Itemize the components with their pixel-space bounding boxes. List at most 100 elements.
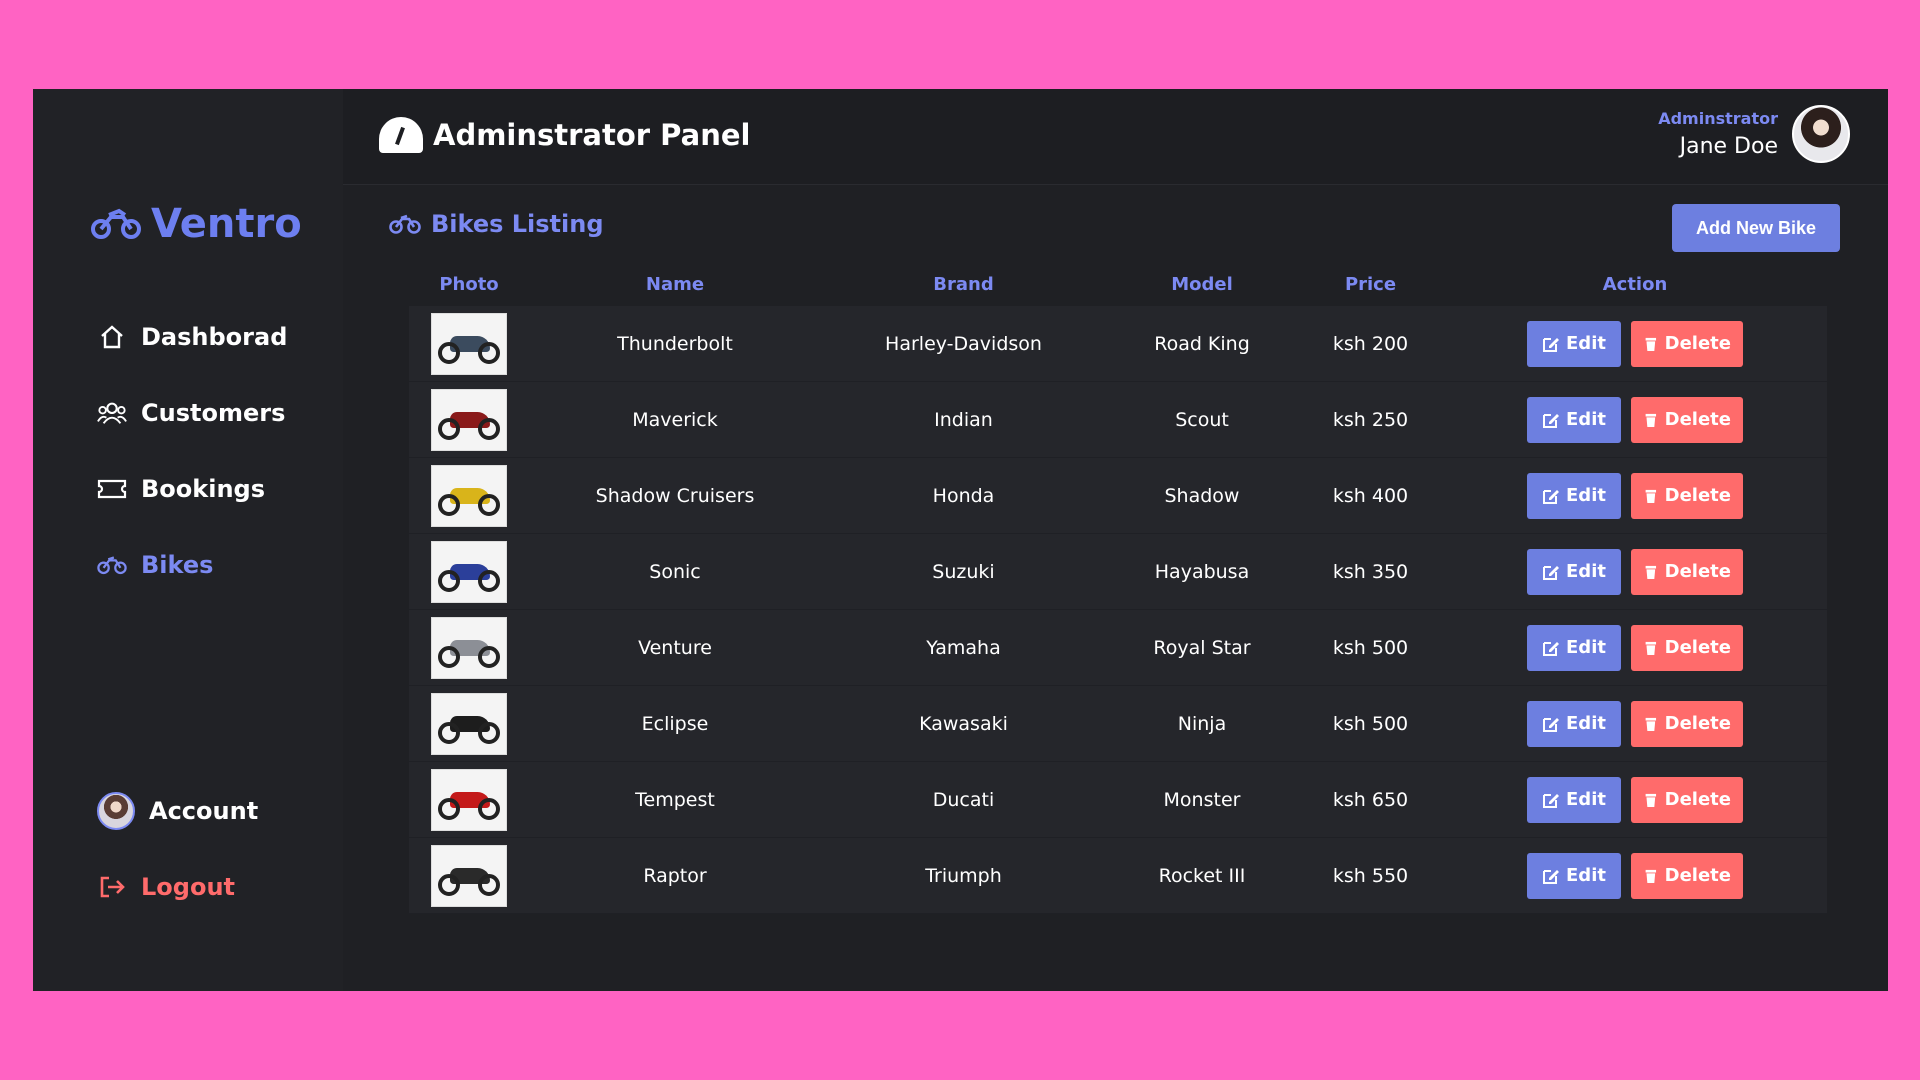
edit-icon <box>1543 793 1560 808</box>
app-window: Ventro Dashborad Customers Bookings Bike… <box>33 89 1888 991</box>
delete-button[interactable]: Delete <box>1631 320 1743 367</box>
bike-name: Venture <box>638 636 712 659</box>
avatar[interactable] <box>1792 105 1850 163</box>
bikes-listing-section: Bikes Listing Add New Bike Photo Name Br… <box>343 186 1888 991</box>
trash-icon <box>1645 337 1657 351</box>
bike-brand: Honda <box>932 484 995 507</box>
bike-photo <box>431 844 507 907</box>
column-header: Model <box>1171 273 1233 295</box>
edit-icon <box>1543 869 1560 884</box>
user-role: Adminstrator <box>1658 109 1778 128</box>
bike-price: ksh 350 <box>1332 560 1409 583</box>
table-body: Thunderbolt Harley-Davidson Road King ks… <box>409 306 1827 914</box>
user-profile[interactable]: Adminstrator Jane Doe <box>1658 105 1850 163</box>
bike-model: Monster <box>1163 788 1241 811</box>
edit-button[interactable]: Edit <box>1527 624 1621 671</box>
edit-icon <box>1543 337 1560 352</box>
account-label: Account <box>149 797 259 825</box>
sidebar-item-dashboard[interactable]: Dashborad <box>97 299 287 375</box>
bike-model: Royal Star <box>1153 636 1251 659</box>
bike-photo <box>431 540 507 603</box>
trash-icon <box>1645 413 1657 427</box>
bike-model: Road King <box>1154 332 1250 355</box>
sidebar-item-logout[interactable]: Logout <box>97 849 258 925</box>
gauge-icon <box>379 117 423 153</box>
bike-model: Ninja <box>1177 712 1227 735</box>
bike-name: Thunderbolt <box>617 332 733 355</box>
add-new-bike-button[interactable]: Add New Bike <box>1672 204 1840 252</box>
edit-button[interactable]: Edit <box>1527 852 1621 899</box>
ticket-icon <box>97 474 127 504</box>
bike-photo <box>431 312 507 375</box>
sidebar-item-customers[interactable]: Customers <box>97 375 287 451</box>
table-row: Tempest Ducati Monster ksh 650 Edit Dele… <box>409 762 1827 838</box>
trash-icon <box>1645 641 1657 655</box>
edit-button[interactable]: Edit <box>1527 396 1621 443</box>
bike-name: Maverick <box>632 408 718 431</box>
bike-price: ksh 500 <box>1332 636 1409 659</box>
motorcycle-icon <box>91 208 141 239</box>
table-row: Maverick Indian Scout ksh 250 Edit Delet… <box>409 382 1827 458</box>
trash-icon <box>1645 717 1657 731</box>
edit-icon <box>1543 717 1560 732</box>
edit-button[interactable]: Edit <box>1527 700 1621 747</box>
bike-icon <box>389 214 421 234</box>
sidebar-item-label: Customers <box>141 399 286 427</box>
bike-price: ksh 200 <box>1332 332 1409 355</box>
brand-logo: Ventro <box>91 201 302 247</box>
column-header: Brand <box>933 273 994 295</box>
sidebar-item-account[interactable]: Account <box>97 773 258 849</box>
logout-label: Logout <box>141 873 236 901</box>
edit-button[interactable]: Edit <box>1527 776 1621 823</box>
delete-button[interactable]: Delete <box>1631 700 1743 747</box>
delete-button[interactable]: Delete <box>1631 852 1743 899</box>
avatar <box>97 792 135 830</box>
delete-button[interactable]: Delete <box>1631 396 1743 443</box>
table-row: Shadow Cruisers Honda Shadow ksh 400 Edi… <box>409 458 1827 534</box>
delete-button[interactable]: Delete <box>1631 472 1743 519</box>
trash-icon <box>1645 489 1657 503</box>
edit-button[interactable]: Edit <box>1527 472 1621 519</box>
delete-button[interactable]: Delete <box>1631 776 1743 823</box>
section-title-text: Bikes Listing <box>431 210 604 238</box>
sidebar: Ventro Dashborad Customers Bookings Bike… <box>33 89 343 991</box>
table-row: Eclipse Kawasaki Ninja ksh 500 Edit Dele… <box>409 686 1827 762</box>
sidebar-item-bikes[interactable]: Bikes <box>97 527 287 603</box>
delete-button[interactable]: Delete <box>1631 624 1743 671</box>
bike-icon <box>97 550 127 580</box>
sidebar-item-bookings[interactable]: Bookings <box>97 451 287 527</box>
delete-button[interactable]: Delete <box>1631 548 1743 595</box>
bike-brand: Kawasaki <box>919 712 1008 735</box>
trash-icon <box>1645 793 1657 807</box>
users-icon <box>97 398 127 428</box>
bikes-table: Photo Name Brand Model Price Action Thun… <box>409 262 1827 914</box>
table-row: Raptor Triumph Rocket III ksh 550 Edit D… <box>409 838 1827 914</box>
bike-price: ksh 550 <box>1332 864 1409 887</box>
logout-icon <box>97 872 127 902</box>
bike-brand: Harley-Davidson <box>885 332 1042 355</box>
edit-button[interactable]: Edit <box>1527 320 1621 367</box>
sidebar-item-label: Dashborad <box>141 323 288 351</box>
page-title: Adminstrator Panel <box>379 117 751 153</box>
table-row: Thunderbolt Harley-Davidson Road King ks… <box>409 306 1827 382</box>
sidebar-item-label: Bookings <box>141 475 266 503</box>
edit-button[interactable]: Edit <box>1527 548 1621 595</box>
bike-photo <box>431 388 507 451</box>
edit-icon <box>1543 641 1560 656</box>
edit-icon <box>1543 413 1560 428</box>
bike-price: ksh 500 <box>1332 712 1409 735</box>
bike-brand: Suzuki <box>932 560 995 583</box>
bike-name: Sonic <box>649 560 701 583</box>
bike-brand: Ducati <box>932 788 995 811</box>
column-header: Action <box>1602 273 1668 295</box>
brand-name: Ventro <box>151 201 302 247</box>
bike-photo <box>431 616 507 679</box>
user-name: Jane Doe <box>1679 134 1778 159</box>
column-header: Photo <box>439 273 499 295</box>
main-area: Adminstrator Panel Adminstrator Jane Doe… <box>343 89 1888 991</box>
bike-model: Scout <box>1175 408 1229 431</box>
trash-icon <box>1645 565 1657 579</box>
bike-name: Tempest <box>635 788 715 811</box>
bike-brand: Yamaha <box>926 636 1001 659</box>
bike-model: Shadow <box>1164 484 1240 507</box>
